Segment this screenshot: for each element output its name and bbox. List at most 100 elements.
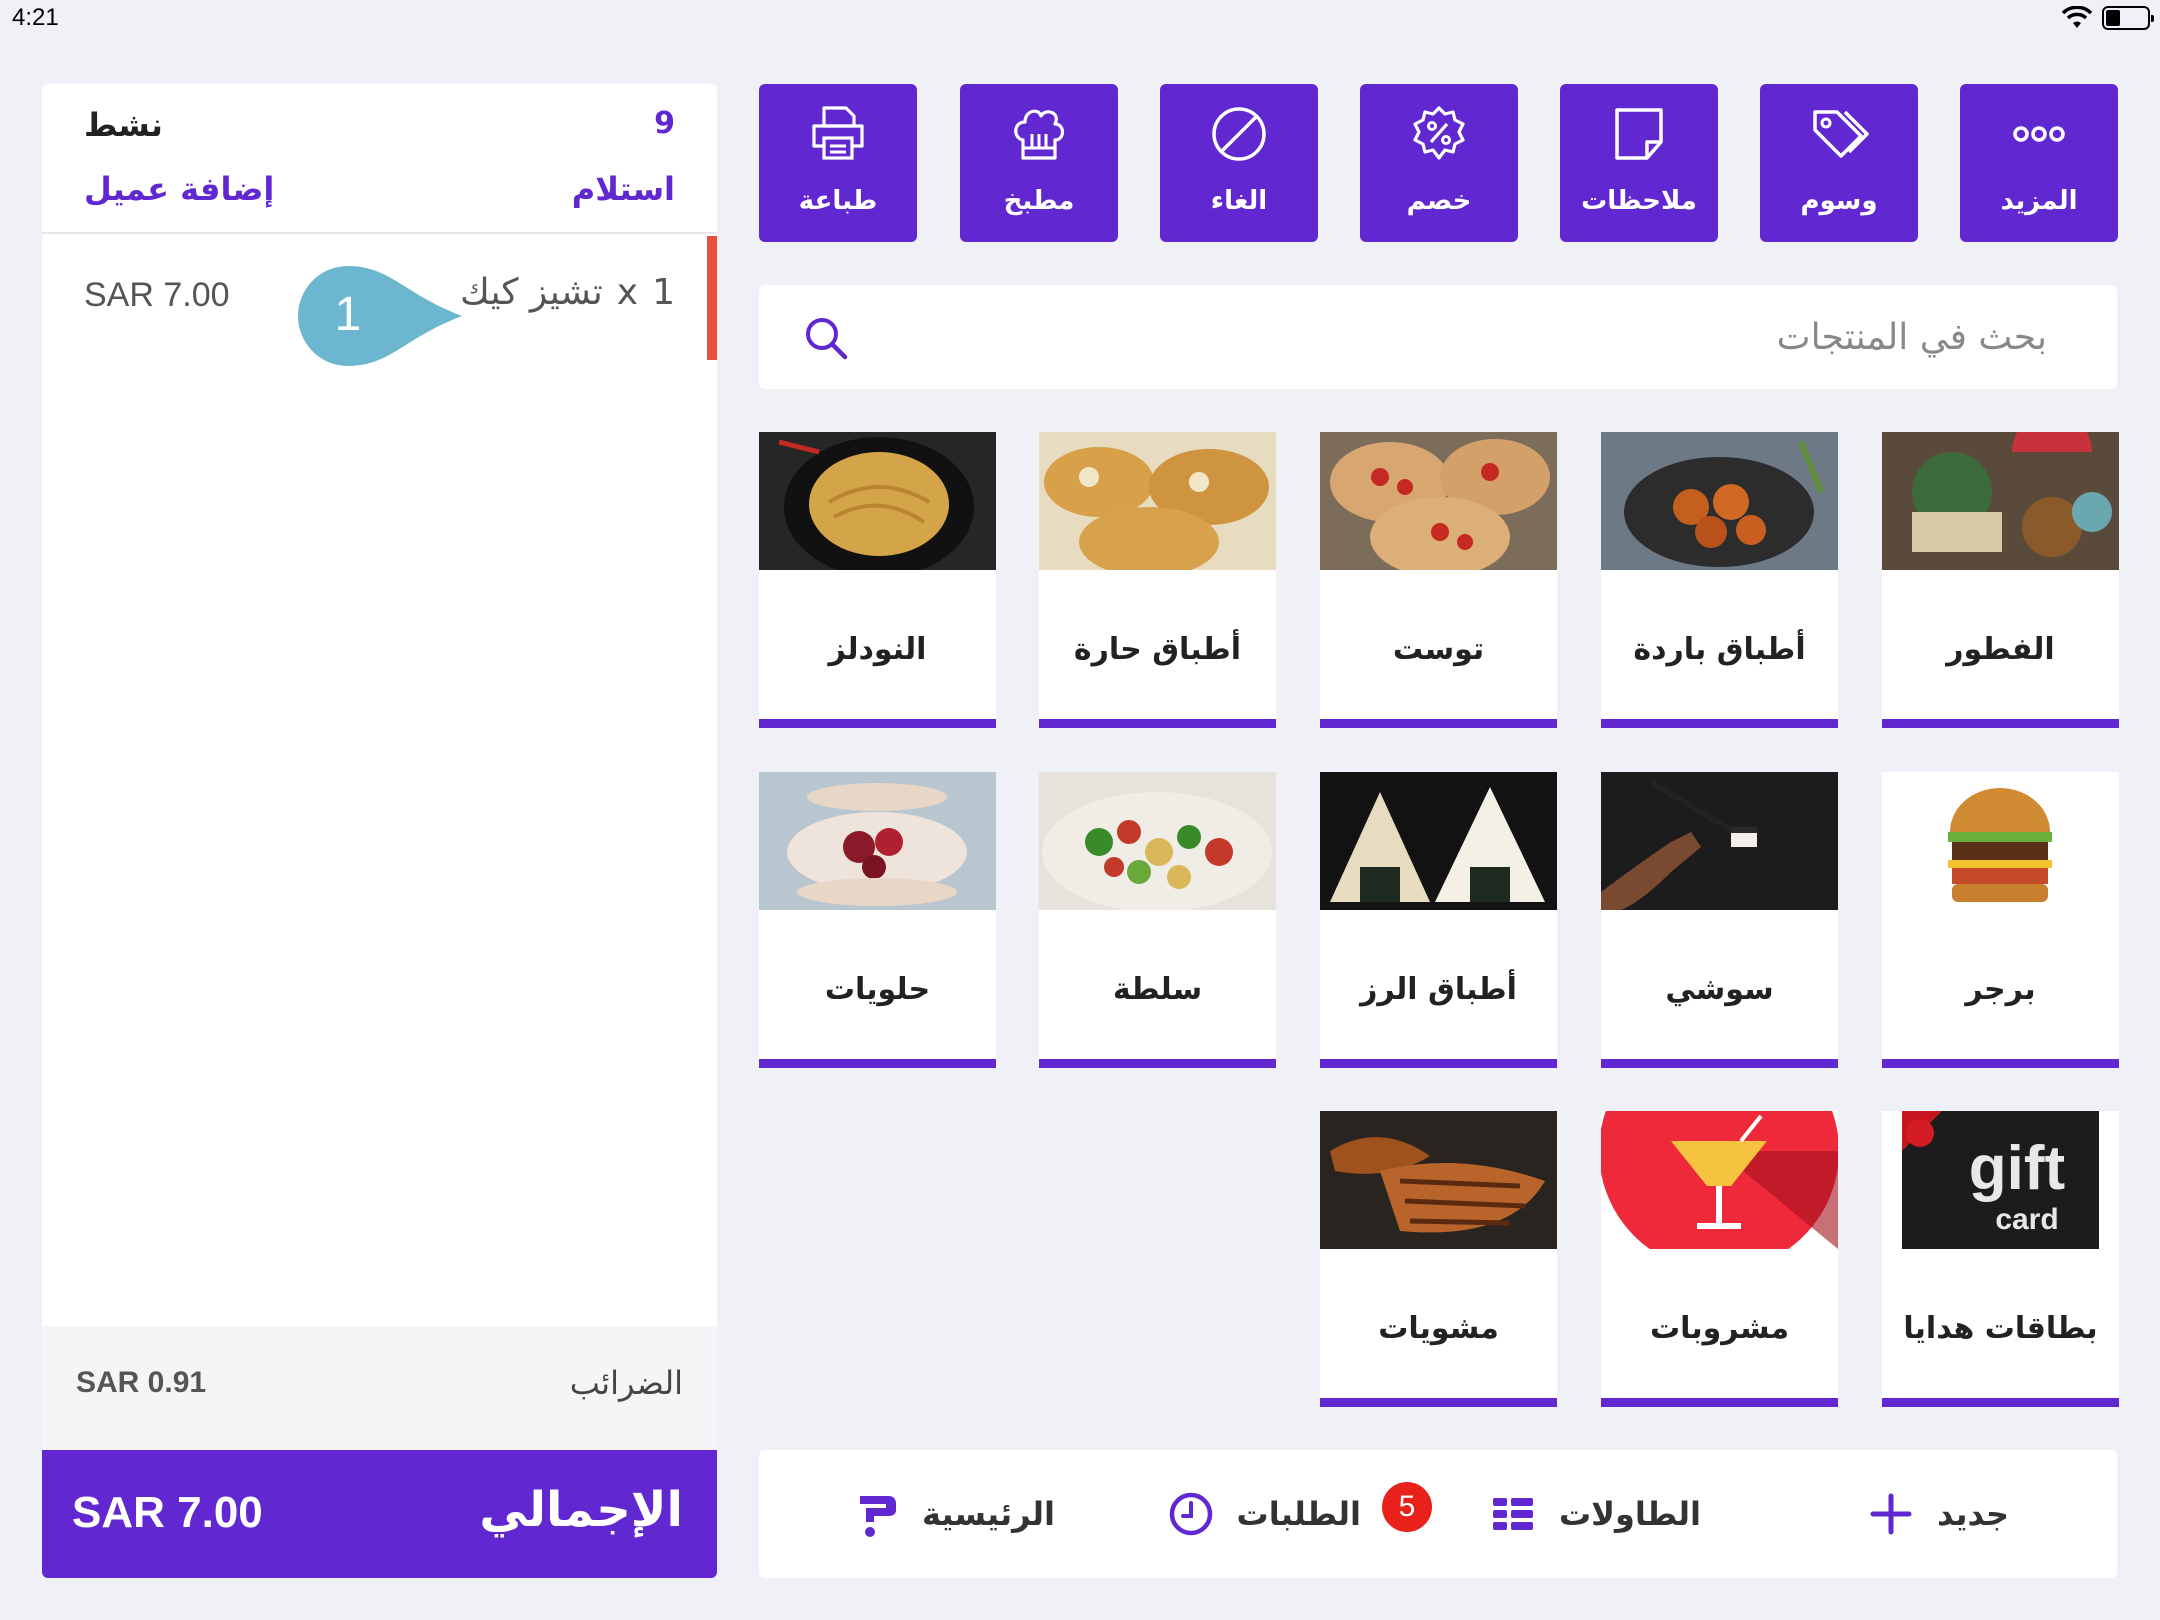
- category-name: توست: [1392, 632, 1485, 667]
- toast-image: [1320, 432, 1557, 570]
- status-icons: [2062, 6, 2154, 30]
- more-icon: [2013, 126, 2065, 142]
- card-text: card: [1995, 1203, 2058, 1236]
- order-status: نشط: [84, 106, 163, 144]
- orders-badge: 5: [1382, 1482, 1432, 1532]
- grills-image: [1320, 1111, 1557, 1249]
- status-bar: 4:21: [0, 0, 2160, 40]
- nav-tables-label: الطاولات: [1558, 1495, 1701, 1533]
- note-icon: [1615, 108, 1663, 160]
- category-name: الفطور: [1946, 632, 2055, 667]
- nav-home-label: الرئيسية: [922, 1495, 1055, 1533]
- battery-icon: [2102, 6, 2154, 30]
- line-qty: 1: [652, 272, 675, 313]
- category-toast[interactable]: توست: [1320, 432, 1557, 728]
- kitchen-label: مطبخ: [1003, 186, 1075, 216]
- category-name: أطباق باردة: [1633, 632, 1806, 667]
- search-input[interactable]: [947, 307, 2047, 367]
- category-burger[interactable]: برجر: [1882, 772, 2119, 1068]
- category-sushi[interactable]: سوشي: [1601, 772, 1838, 1068]
- notes-label: ملاحظات: [1581, 186, 1697, 216]
- discount-button[interactable]: خصم: [1360, 84, 1518, 242]
- cancel-label: الغاء: [1210, 186, 1268, 216]
- category-noodles[interactable]: النودلز: [759, 432, 996, 728]
- nav-home[interactable]: الرئيسية: [852, 1450, 1055, 1578]
- nav-tables[interactable]: الطاولات: [1489, 1450, 1701, 1578]
- category-name: أطباق حارة: [1073, 632, 1242, 667]
- order-line-item[interactable]: SAR 7.00 1 x تشيز كيك 1: [42, 236, 717, 366]
- cancel-button[interactable]: الغاء: [1160, 84, 1318, 242]
- search-icon[interactable]: [803, 315, 849, 361]
- category-name: برجر: [1965, 972, 2036, 1007]
- notes-button[interactable]: ملاحظات: [1560, 84, 1718, 242]
- order-header: نشط 9 إضافة عميل استلام: [42, 84, 717, 234]
- category-name: حلويات: [824, 972, 931, 1007]
- category-salad[interactable]: سلطة: [1039, 772, 1276, 1068]
- line-times: x: [616, 272, 639, 313]
- category-desserts[interactable]: حلويات: [759, 772, 996, 1068]
- step-callout: 1: [298, 266, 462, 366]
- sushi-image: [1601, 772, 1838, 910]
- breakfast-image: [1882, 432, 2119, 570]
- clock: 4:21: [12, 4, 59, 31]
- salad-image: [1039, 772, 1276, 910]
- category-name: سلطة: [1112, 972, 1203, 1007]
- add-customer-button[interactable]: إضافة عميل: [84, 170, 274, 208]
- tax-label: الضرائب: [569, 1364, 683, 1402]
- tags-label: وسوم: [1800, 186, 1878, 216]
- category-rice-dishes[interactable]: أطباق الرز: [1320, 772, 1557, 1068]
- nav-orders-label: الطلبات: [1236, 1495, 1361, 1533]
- tags-button[interactable]: وسوم: [1760, 84, 1918, 242]
- line-description: 1 x تشيز كيك: [460, 272, 675, 313]
- order-type-button[interactable]: استلام: [572, 170, 675, 208]
- nav-new-label: جديد: [1936, 1495, 2009, 1533]
- rice-dishes-image: [1320, 772, 1557, 910]
- hot-dishes-image: [1039, 432, 1276, 570]
- line-price: SAR 7.00: [84, 276, 230, 314]
- category-breakfast[interactable]: الفطور: [1882, 432, 2119, 728]
- callout-number: 1: [335, 288, 362, 341]
- selected-line-marker: [707, 236, 717, 360]
- bottom-nav: جديد الطاولات الطلبات 5 الرئيسية: [759, 1450, 2117, 1578]
- order-panel: نشط 9 إضافة عميل استلام SAR 7.00 1 x تشي…: [42, 84, 717, 1578]
- discount-label: خصم: [1406, 186, 1472, 216]
- print-button[interactable]: طباعة: [759, 84, 917, 242]
- category-cold-dishes[interactable]: أطباق باردة: [1601, 432, 1838, 728]
- discount-icon: [1413, 106, 1465, 160]
- total-value: SAR 7.00: [72, 1488, 263, 1537]
- wifi-icon: [2062, 6, 2092, 28]
- category-gift-cards[interactable]: gift card بطاقات هدايا: [1882, 1111, 2119, 1407]
- tax-value: SAR 0.91: [76, 1366, 207, 1399]
- noodles-image: [759, 432, 996, 570]
- category-name: مشويات: [1378, 1311, 1499, 1346]
- category-grills[interactable]: مشويات: [1320, 1111, 1557, 1407]
- total-label: الإجمالي: [479, 1482, 683, 1538]
- drinks-image: [1601, 1111, 1838, 1249]
- line-name: تشيز كيك: [460, 272, 603, 313]
- kitchen-button[interactable]: مطبخ: [960, 84, 1118, 242]
- burger-image: [1882, 772, 2119, 910]
- category-name: بطاقات هدايا: [1903, 1311, 2098, 1346]
- nav-orders[interactable]: الطلبات: [1167, 1450, 1361, 1578]
- more-label: المزيد: [2000, 186, 2078, 216]
- nav-new[interactable]: جديد: [1867, 1450, 2009, 1578]
- product-search[interactable]: [759, 285, 2117, 389]
- category-hot-dishes[interactable]: أطباق حارة: [1039, 432, 1276, 728]
- more-button[interactable]: المزيد: [1960, 84, 2118, 242]
- cold-dishes-image: [1601, 432, 1838, 570]
- order-number: 9: [654, 106, 675, 141]
- home-logo-icon: [860, 1496, 896, 1537]
- tax-row: SAR 0.91 الضرائب: [42, 1326, 717, 1450]
- tables-grid-icon: [1492, 1498, 1533, 1530]
- category-name: سوشي: [1665, 972, 1774, 1007]
- plus-icon: [1870, 1493, 1912, 1535]
- desserts-image: [759, 772, 996, 910]
- category-drinks[interactable]: مشروبات: [1601, 1111, 1838, 1407]
- gift-text: gift: [1969, 1134, 2065, 1203]
- printer-icon: [812, 106, 864, 160]
- chef-hat-icon: [1014, 109, 1065, 160]
- clock-icon: [1169, 1492, 1212, 1536]
- category-name: مشروبات: [1649, 1311, 1790, 1346]
- total-button[interactable]: SAR 7.00 الإجمالي: [42, 1450, 717, 1578]
- cancel-icon: [1212, 107, 1266, 161]
